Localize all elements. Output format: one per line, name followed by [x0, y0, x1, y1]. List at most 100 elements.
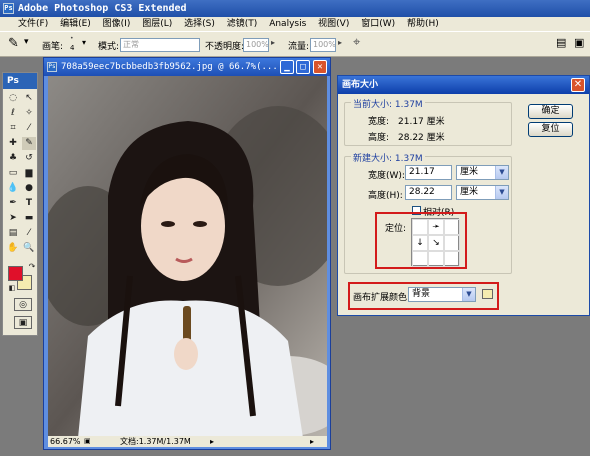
menu-window[interactable]: 窗口(W)	[361, 19, 395, 29]
gradient-tool-icon[interactable]: ▆	[22, 167, 36, 180]
menu-layer[interactable]: 图层(L)	[142, 19, 172, 29]
menu-help[interactable]: 帮助(H)	[407, 19, 439, 29]
close-button[interactable]: ✕	[313, 60, 327, 74]
anchor-arrow-diagonal-icon[interactable]: ↘	[428, 235, 444, 251]
dialog-titlebar[interactable]: 画布大小 ✕	[338, 76, 589, 94]
slice-tool-icon[interactable]: ⁄	[22, 122, 36, 135]
extension-color-swatch[interactable]	[482, 289, 493, 299]
anchor-arrow-right-icon[interactable]: ➛	[428, 219, 444, 235]
foreground-color-swatch[interactable]	[8, 266, 23, 281]
menu-analysis[interactable]: Analysis	[269, 19, 306, 29]
width-unit-select[interactable]: 厘米 ▼	[456, 165, 509, 180]
brush-picker-arrow-icon[interactable]: ▾	[82, 38, 86, 47]
swap-colors-icon[interactable]: ↷	[25, 260, 39, 273]
anchor-bottom-cell[interactable]	[428, 251, 444, 267]
lasso-tool-icon[interactable]: ℓ	[6, 107, 20, 120]
clone-stamp-icon[interactable]: ♣	[6, 152, 20, 165]
mode-label: 模式:	[98, 42, 120, 52]
chevron-down-icon[interactable]: ▼	[495, 166, 508, 179]
height-unit-value: 厘米	[460, 187, 479, 197]
width-input[interactable]: 21.17	[405, 165, 452, 180]
hand-tool-icon[interactable]: ✋	[6, 242, 20, 255]
opacity-input[interactable]: 100%	[243, 38, 269, 52]
opacity-slider-arrow-icon[interactable]: ▸	[271, 38, 275, 47]
eyedropper-icon[interactable]: ⁄	[22, 227, 36, 240]
brush-label: 画笔:	[42, 42, 64, 52]
maximize-button[interactable]: □	[296, 60, 310, 74]
crop-tool-icon[interactable]: ⌗	[6, 122, 20, 135]
mode-select[interactable]: 正常	[120, 38, 200, 52]
ok-button[interactable]: 确定	[528, 104, 573, 119]
chevron-down-icon[interactable]: ▼	[495, 186, 508, 199]
menu-filter[interactable]: 滤镜(T)	[227, 19, 258, 29]
path-select-icon[interactable]: ➤	[6, 212, 20, 225]
flow-slider-arrow-icon[interactable]: ▸	[338, 38, 342, 47]
scroll-right-icon[interactable]: ▸	[310, 436, 314, 447]
anchor-bottom-left-cell[interactable]	[412, 251, 428, 267]
shape-tool-icon[interactable]: ▬	[22, 212, 36, 225]
status-menu-icon[interactable]: ▣	[84, 436, 91, 447]
height-unit-select[interactable]: 厘米 ▼	[456, 185, 509, 200]
notes-tool-icon[interactable]: ▤	[6, 227, 20, 240]
current-width-value: 21.17 厘米	[398, 117, 445, 127]
photoshop-icon: Ps	[3, 3, 14, 14]
brush-tool-icon[interactable]: ✎	[8, 36, 19, 51]
reset-button[interactable]: 复位	[528, 122, 573, 137]
height-input[interactable]: 28.22	[405, 185, 452, 200]
default-colors-icon[interactable]: ◧	[5, 282, 19, 295]
magic-wand-icon[interactable]: ✧	[22, 107, 36, 120]
dialog-close-button[interactable]: ✕	[571, 78, 585, 92]
history-brush-icon[interactable]: ↺	[22, 152, 36, 165]
zoom-tool-icon[interactable]: 🔍	[22, 242, 36, 255]
document-info: 文档:1.37M/1.37M	[120, 437, 191, 446]
height-label: 高度(H):	[368, 191, 403, 201]
blur-tool-icon[interactable]: 💧	[6, 182, 20, 195]
menu-select[interactable]: 选择(S)	[184, 19, 215, 29]
workspace-icon[interactable]: ▣	[574, 36, 584, 49]
pen-tool-icon[interactable]: ✒	[6, 197, 20, 210]
status-arrow-icon[interactable]: ▸	[210, 436, 214, 447]
opacity-label: 不透明度:	[205, 42, 245, 52]
flow-input[interactable]: 100%	[310, 38, 336, 52]
dialog-title: 画布大小	[342, 80, 379, 90]
anchor-label: 定位:	[385, 224, 407, 234]
airbrush-icon[interactable]: ⌖	[353, 35, 360, 50]
anchor-bottom-right-cell[interactable]	[444, 251, 460, 267]
anchor-grid: ➛ ↓ ↘	[411, 218, 460, 267]
toolbox-header: Ps	[3, 73, 37, 89]
anchor-center-cell[interactable]	[412, 219, 428, 235]
app-title: Adobe Photoshop CS3 Extended	[18, 3, 187, 14]
quick-mask-icon[interactable]: ◎	[14, 298, 32, 311]
anchor-right-cell[interactable]	[444, 235, 460, 251]
menu-edit[interactable]: 编辑(E)	[60, 19, 91, 29]
document-statusbar: 66.67% ▣ 文档:1.37M/1.37M ▸ ▸	[48, 436, 327, 447]
marquee-tool-icon[interactable]: ◌	[6, 92, 20, 105]
anchor-top-right-cell[interactable]	[444, 219, 460, 235]
menu-bar: 文件(F) 编辑(E) 图像(I) 图层(L) 选择(S) 滤镜(T) Anal…	[0, 17, 590, 31]
tool-preset-arrow-icon[interactable]: ▾	[24, 37, 29, 47]
image-canvas[interactable]	[48, 76, 327, 438]
dodge-tool-icon[interactable]: ●	[22, 182, 36, 195]
brush-size[interactable]: 4	[70, 44, 74, 52]
extension-color-select[interactable]: 背景 ▼	[408, 287, 476, 302]
app-titlebar: Ps Adobe Photoshop CS3 Extended	[0, 0, 590, 17]
menu-file[interactable]: 文件(F)	[18, 19, 48, 29]
document-titlebar[interactable]: Ps 708a59eec7bcbbedb3fb9562.jpg @ 66.7%(…	[44, 58, 330, 76]
screen-mode-icon[interactable]: ▣	[14, 316, 32, 329]
minimize-button[interactable]: ▁	[280, 60, 294, 74]
new-size-label: 新建大小: 1.37M	[351, 151, 425, 164]
move-tool-icon[interactable]: ↖	[22, 92, 36, 105]
menu-image[interactable]: 图像(I)	[103, 19, 131, 29]
width-label: 宽度(W):	[368, 171, 405, 181]
toolbox: Ps ◌ ↖ ℓ ✧ ⌗ ⁄ ✚ ✎ ♣ ↺ ▭ ▆ 💧 ● ✒ T ➤ ▬ ▤…	[2, 72, 38, 336]
document-window: Ps 708a59eec7bcbbedb3fb9562.jpg @ 66.7%(…	[43, 57, 331, 450]
eraser-tool-icon[interactable]: ▭	[6, 167, 20, 180]
palette-well-icon[interactable]: ▤	[556, 36, 566, 49]
menu-view[interactable]: 视图(V)	[318, 19, 349, 29]
anchor-arrow-down-icon[interactable]: ↓	[412, 235, 428, 251]
brush-tool-selected-icon[interactable]: ✎	[22, 137, 36, 150]
type-tool-icon[interactable]: T	[22, 197, 36, 210]
chevron-down-icon[interactable]: ▼	[462, 288, 475, 301]
zoom-level[interactable]: 66.67%	[50, 436, 81, 447]
healing-brush-icon[interactable]: ✚	[6, 137, 20, 150]
